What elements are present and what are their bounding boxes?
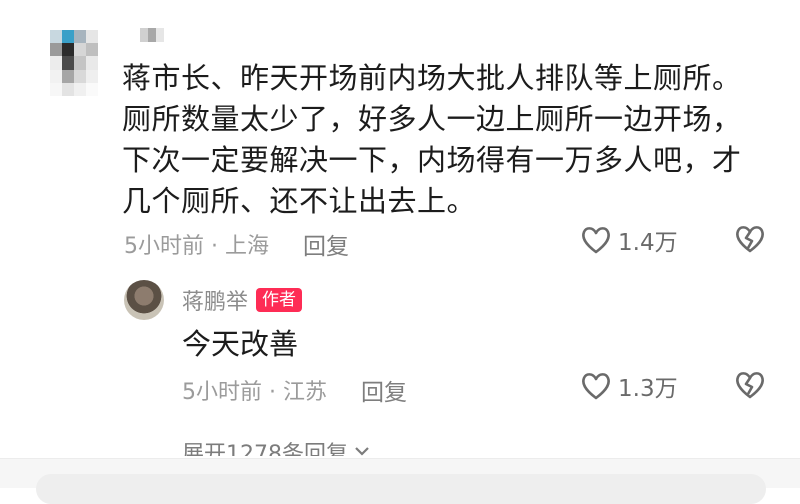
author-name[interactable]: 蒋鹏举 xyxy=(182,284,248,316)
reply-like-count: 1.3万 xyxy=(618,376,678,402)
expand-replies-button[interactable]: 展开1278条回复 xyxy=(182,436,372,456)
reply-like-button[interactable]: 1.3万 xyxy=(580,369,678,403)
avatar-pixel xyxy=(86,69,98,83)
avatar-pixel xyxy=(62,30,74,44)
chevron-down-icon xyxy=(355,447,369,456)
heart-outline-icon xyxy=(582,227,610,254)
avatar-pixel xyxy=(74,82,86,96)
reply-meta: 5小时前 · 江苏 回复 xyxy=(182,373,407,407)
avatar-pixel xyxy=(50,82,62,96)
reply-reply-button[interactable]: 回复 xyxy=(361,373,407,407)
comment-text: 蒋市长、昨天开场前内场大批人排队等上厕所。厕所数量太少了，好多人一边上厕所一边开… xyxy=(122,61,742,218)
avatar-pixel xyxy=(62,82,74,96)
reply-timestamp-location: 5小时前 · 江苏 xyxy=(182,380,327,405)
avatar-pixel xyxy=(74,30,86,44)
avatar-pixel xyxy=(86,43,98,57)
avatar-pixel xyxy=(74,56,86,70)
username-pixel xyxy=(140,28,148,42)
commenter-username[interactable] xyxy=(140,28,164,42)
reply-author: 蒋鹏举 作者 xyxy=(182,284,303,316)
dislike-button[interactable] xyxy=(734,224,766,258)
avatar-pixel xyxy=(62,43,74,57)
avatar-pixel xyxy=(62,69,74,83)
avatar-pixel xyxy=(50,30,62,44)
comment-meta: 5小时前 · 上海 回复 xyxy=(124,227,349,261)
username-pixel xyxy=(148,28,156,42)
avatar-pixel xyxy=(86,82,98,96)
broken-heart-icon xyxy=(736,372,764,399)
like-count: 1.4万 xyxy=(618,230,678,256)
reply-button[interactable]: 回复 xyxy=(303,227,349,261)
expand-replies-label: 展开1278条回复 xyxy=(182,442,348,456)
avatar-pixel xyxy=(86,30,98,44)
avatar-pixel xyxy=(50,43,62,57)
commenter-avatar[interactable] xyxy=(50,30,98,96)
avatar-pixel xyxy=(50,69,62,83)
broken-heart-icon xyxy=(736,226,764,253)
avatar-pixel xyxy=(62,56,74,70)
comment-timestamp-location: 5小时前 · 上海 xyxy=(124,234,269,259)
like-button[interactable]: 1.4万 xyxy=(580,223,678,257)
author-avatar[interactable] xyxy=(124,280,164,320)
avatar-pixel xyxy=(86,56,98,70)
author-badge: 作者 xyxy=(256,288,303,312)
avatar-pixel xyxy=(74,43,86,57)
reply-dislike-button[interactable] xyxy=(734,370,766,404)
avatar-pixel xyxy=(74,69,86,83)
username-pixel xyxy=(156,28,164,42)
avatar-pixel xyxy=(50,56,62,70)
comment-input[interactable] xyxy=(36,474,766,504)
heart-outline-icon xyxy=(582,373,610,400)
reply-text: 今天改善 xyxy=(182,327,299,361)
